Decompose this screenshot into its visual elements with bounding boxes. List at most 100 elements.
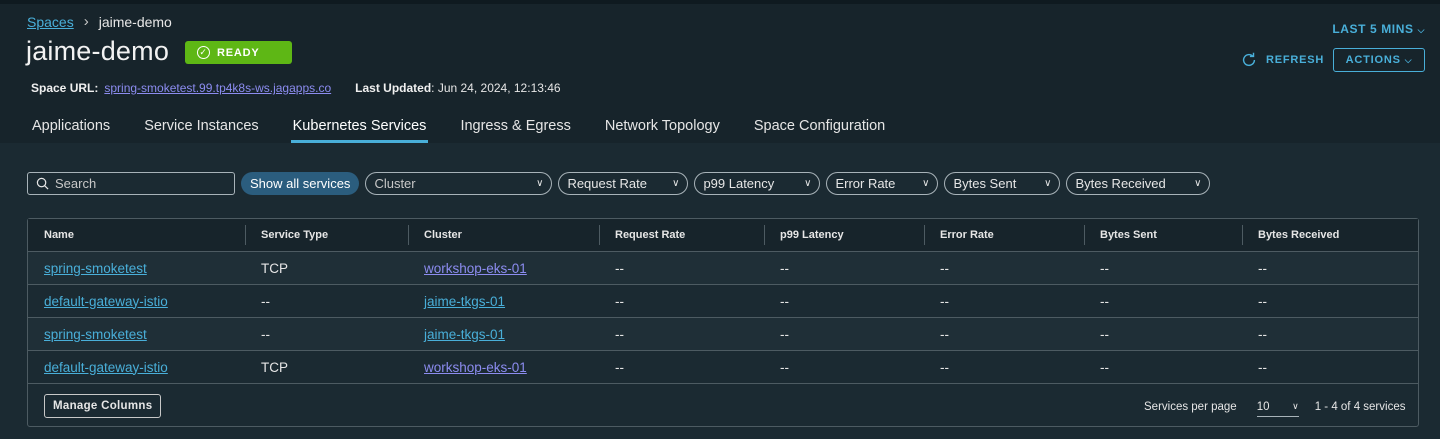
bytes-received-filter-label: Bytes Received: [1075, 175, 1166, 191]
service-type-cell: --: [261, 326, 270, 342]
cluster-filter-label: Cluster: [374, 175, 416, 191]
p99-latency-filter-dropdown[interactable]: p99 Latency ∨: [694, 171, 821, 195]
bytes-sent-filter-label: Bytes Sent: [953, 175, 1017, 191]
cluster-link[interactable]: jaime-tkgs-01: [424, 327, 505, 342]
chevron-right-icon: ›: [83, 13, 89, 30]
table-row: default-gateway-istio -- jaime-tkgs-01 -…: [28, 285, 1418, 318]
per-page-label: Services per page: [1144, 401, 1237, 413]
error-rate-filter-dropdown[interactable]: Error Rate ∨: [826, 171, 939, 195]
last-updated-value: : Jun 24, 2024, 12:13:46: [431, 81, 561, 95]
service-name-link[interactable]: spring-smoketest: [44, 327, 147, 342]
search-box: [27, 171, 235, 195]
bytes-received-filter-dropdown[interactable]: Bytes Received ∨: [1066, 171, 1211, 195]
bytes-received-cell: --: [1258, 293, 1267, 309]
search-input[interactable]: [55, 175, 225, 191]
space-meta: Space URL: spring-smoketest.99.tp4k8s-ws…: [31, 81, 561, 95]
request-rate-cell: --: [615, 326, 624, 342]
cluster-link[interactable]: workshop-eks-01: [424, 360, 527, 375]
service-type-cell: TCP: [261, 260, 288, 276]
column-header-request-rate[interactable]: Request Rate: [599, 219, 764, 251]
bytes-sent-filter-dropdown[interactable]: Bytes Sent ∨: [944, 171, 1061, 195]
table-row: spring-smoketest TCP workshop-eks-01 -- …: [28, 252, 1418, 285]
per-page-select[interactable]: 10 ∨: [1256, 397, 1299, 417]
status-badge-label: READY: [217, 46, 260, 59]
service-type-cell: TCP: [261, 359, 288, 375]
pagination: Services per page 10 ∨ 1 - 4 of 4 servic…: [1144, 397, 1405, 417]
tab-space-configuration[interactable]: Space Configuration: [742, 118, 897, 142]
error-rate-filter-label: Error Rate: [835, 175, 896, 191]
tab-service-instances[interactable]: Service Instances: [132, 118, 270, 142]
tab-bar: Applications Service Instances Kubernete…: [20, 118, 907, 143]
tab-network-topology[interactable]: Network Topology: [593, 118, 732, 142]
cluster-link[interactable]: workshop-eks-01: [424, 261, 527, 276]
cluster-filter-dropdown[interactable]: Cluster ∨: [365, 171, 553, 195]
p99-latency-cell: --: [780, 326, 789, 342]
chevron-down-icon: ⌵: [1417, 25, 1425, 35]
time-range-dropdown[interactable]: LAST 5 MINS ⌵: [1332, 22, 1425, 36]
chevron-down-icon: ∨: [804, 177, 812, 189]
space-url-label: Space URL:: [31, 81, 99, 95]
column-header-bytes-sent[interactable]: Bytes Sent: [1084, 219, 1242, 251]
service-type-cell: --: [261, 293, 270, 309]
service-name-link[interactable]: default-gateway-istio: [44, 294, 168, 309]
filter-bar: Show all services Cluster ∨ Request Rate…: [27, 171, 1216, 195]
time-range-label: LAST 5 MINS: [1332, 22, 1414, 36]
bytes-received-cell: --: [1258, 359, 1267, 375]
bytes-received-cell: --: [1258, 260, 1267, 276]
request-rate-filter-label: Request Rate: [567, 175, 647, 191]
manage-columns-button[interactable]: Manage Columns: [44, 394, 162, 418]
page-title: jaime-demo: [26, 36, 170, 66]
cluster-link[interactable]: jaime-tkgs-01: [424, 294, 505, 309]
space-url-link[interactable]: spring-smoketest.99.tp4k8s-ws.jagapps.co: [104, 81, 331, 95]
service-name-link[interactable]: spring-smoketest: [44, 261, 147, 276]
bytes-sent-cell: --: [1100, 359, 1109, 375]
search-icon: [36, 177, 49, 189]
tab-ingress-egress[interactable]: Ingress & Egress: [448, 118, 582, 142]
chevron-down-icon: ⌵: [1404, 54, 1413, 65]
breadcrumb-current: jaime-demo: [98, 13, 172, 30]
column-header-p99-latency[interactable]: p99 Latency: [764, 219, 924, 251]
bytes-sent-cell: --: [1100, 260, 1109, 276]
chevron-down-icon: ∨: [1292, 401, 1299, 411]
column-header-cluster[interactable]: Cluster: [408, 219, 599, 251]
tab-applications[interactable]: Applications: [20, 118, 122, 142]
refresh-icon: [1242, 52, 1256, 67]
services-table: Name Service Type Cluster Request Rate p…: [27, 218, 1419, 427]
actions-label: ACTIONS: [1345, 54, 1401, 66]
status-badge: ✓ READY: [185, 41, 292, 64]
last-updated-label: Last Updated: [355, 81, 432, 95]
column-header-bytes-received[interactable]: Bytes Received: [1242, 219, 1418, 251]
request-rate-filter-dropdown[interactable]: Request Rate ∨: [558, 171, 689, 195]
chevron-down-icon: ∨: [1194, 177, 1202, 189]
service-name-link[interactable]: default-gateway-istio: [44, 360, 168, 375]
check-circle-icon: ✓: [197, 46, 210, 59]
table-row: default-gateway-istio TCP workshop-eks-0…: [28, 351, 1418, 384]
p99-latency-filter-label: p99 Latency: [703, 175, 775, 191]
chevron-down-icon: ∨: [672, 177, 680, 189]
chevron-down-icon: ∨: [536, 177, 544, 189]
show-all-services-button[interactable]: Show all services: [241, 171, 360, 195]
breadcrumb-spaces-link[interactable]: Spaces: [27, 14, 74, 30]
column-header-error-rate[interactable]: Error Rate: [924, 219, 1084, 251]
table-footer: Manage Columns Services per page 10 ∨ 1 …: [28, 385, 1418, 427]
request-rate-cell: --: [615, 293, 624, 309]
column-header-name[interactable]: Name: [28, 219, 245, 251]
refresh-button[interactable]: REFRESH: [1240, 51, 1324, 69]
pagination-range: 1 - 4 of 4 services: [1314, 401, 1406, 413]
tab-kubernetes-services[interactable]: Kubernetes Services: [281, 118, 439, 143]
error-rate-cell: --: [940, 359, 949, 375]
table-header: Name Service Type Cluster Request Rate p…: [28, 219, 1418, 252]
bytes-sent-cell: --: [1100, 326, 1109, 342]
per-page-value: 10: [1256, 400, 1270, 413]
error-rate-cell: --: [940, 260, 949, 276]
table-body: spring-smoketest TCP workshop-eks-01 -- …: [28, 252, 1418, 384]
actions-button[interactable]: ACTIONS ⌵: [1333, 48, 1425, 72]
chevron-down-icon: ∨: [922, 177, 930, 189]
breadcrumb: Spaces › jaime-demo: [27, 13, 172, 30]
p99-latency-cell: --: [780, 260, 789, 276]
column-header-service-type[interactable]: Service Type: [245, 219, 408, 251]
error-rate-cell: --: [940, 293, 949, 309]
request-rate-cell: --: [615, 260, 624, 276]
bytes-received-cell: --: [1258, 326, 1267, 342]
p99-latency-cell: --: [780, 293, 789, 309]
